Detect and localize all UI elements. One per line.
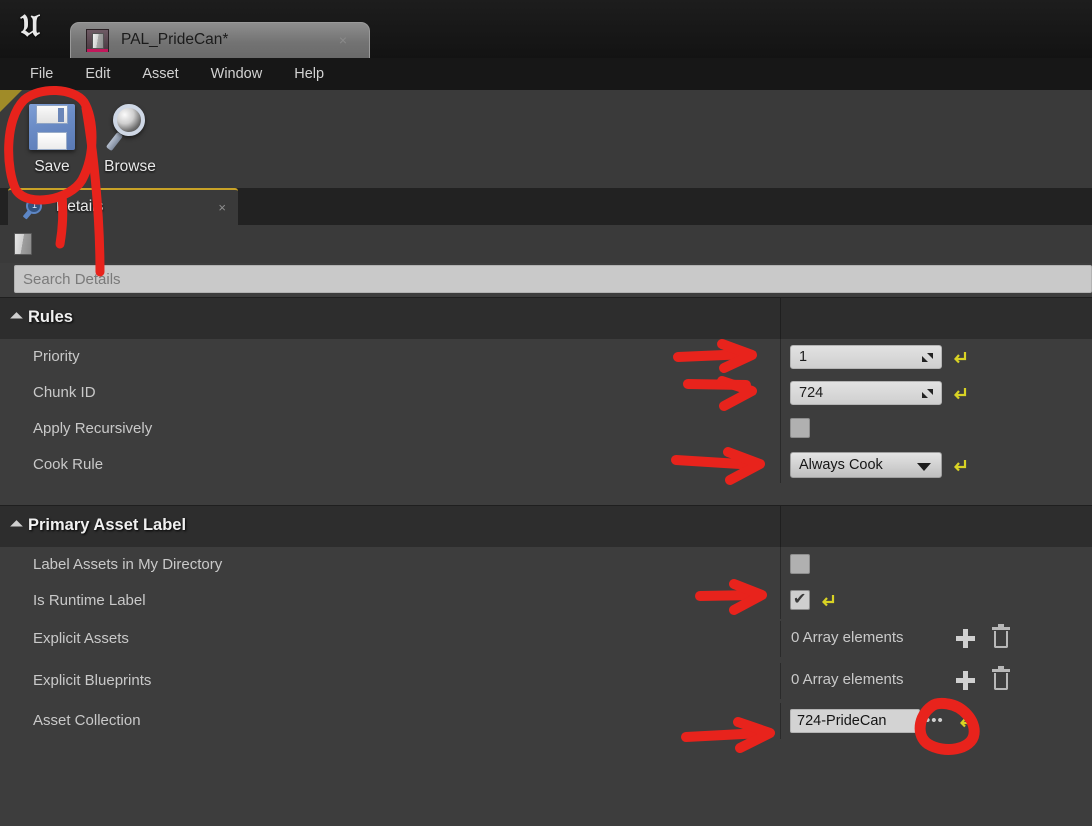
- row-explicit-assets: Explicit Assets 0 Array elements: [0, 621, 1092, 657]
- menu-item-window[interactable]: Window: [195, 62, 279, 86]
- trash-icon[interactable]: [992, 624, 1010, 649]
- reset-arrow-icon[interactable]: [954, 386, 969, 401]
- priority-value-input[interactable]: 1: [790, 345, 942, 369]
- menu-bar: File Edit Asset Window Help: [0, 58, 1092, 90]
- apply-recursively-checkbox[interactable]: [790, 418, 810, 438]
- row-chunk-id: Chunk ID 724: [0, 375, 1092, 411]
- priority-value: 1: [799, 349, 808, 365]
- asset-editor-tab[interactable]: PAL_PrideCan* ×: [70, 22, 370, 58]
- row-label-is-runtime-label: Is Runtime Label: [33, 592, 146, 609]
- unreal-editor-window: 𝔘 PAL_PrideCan* × File Edit Asset Window…: [0, 0, 1092, 826]
- is-runtime-label-checkbox[interactable]: [790, 589, 810, 610]
- asset-collection-input[interactable]: 724-PrideCan: [790, 709, 920, 733]
- search-details-input[interactable]: Search Details: [14, 265, 1092, 293]
- column-divider: [780, 411, 781, 447]
- plus-icon[interactable]: [955, 670, 975, 690]
- column-divider: [780, 621, 781, 657]
- details-tab-badge: 1: [31, 200, 37, 210]
- plus-icon[interactable]: [955, 628, 975, 648]
- row-is-runtime-label: Is Runtime Label: [0, 583, 1092, 619]
- triangle-down-icon: [10, 520, 23, 533]
- reset-arrow-icon[interactable]: [822, 593, 837, 608]
- browse-button-label: Browse: [104, 158, 156, 175]
- spinner-drag-icon[interactable]: [921, 351, 934, 364]
- triangle-down-icon: [10, 312, 23, 325]
- magnifier-browse-icon: [105, 102, 155, 152]
- row-apply-recursively: Apply Recursively: [0, 411, 1092, 447]
- row-label-cook-rule: Cook Rule: [33, 456, 104, 473]
- toolbar: Save Browse: [0, 90, 1092, 188]
- column-divider: [780, 547, 781, 583]
- section-title-primary-asset-label: Primary Asset Label: [28, 516, 187, 534]
- row-label-label-assets-in-my-directory: Label Assets in My Directory: [33, 556, 223, 573]
- breadcrumb: [0, 225, 1092, 263]
- reset-arrow-icon[interactable]: [960, 714, 975, 729]
- row-cook-rule: Cook Rule Always Cook: [0, 447, 1092, 483]
- section-title-rules: Rules: [28, 308, 73, 326]
- row-label-chunk-id: Chunk ID: [33, 384, 96, 401]
- menu-item-asset[interactable]: Asset: [126, 62, 194, 86]
- chunk-id-value: 724: [799, 385, 824, 401]
- details-panel: Search Details Rules Priority 1 Chunk ID…: [0, 225, 1092, 826]
- column-divider: [780, 298, 781, 340]
- details-tab-label: Details: [56, 198, 104, 215]
- asset-collection-value: 724-PrideCan: [797, 713, 887, 729]
- menu-item-edit[interactable]: Edit: [69, 62, 126, 86]
- section-header-rules[interactable]: Rules: [0, 297, 1092, 340]
- menu-item-help[interactable]: Help: [278, 62, 340, 86]
- row-explicit-blueprints: Explicit Blueprints 0 Array elements: [0, 663, 1092, 699]
- column-divider: [780, 447, 781, 483]
- tab-title: PAL_PrideCan*: [121, 31, 229, 48]
- chevron-down-icon: [917, 463, 931, 471]
- row-label-explicit-blueprints: Explicit Blueprints: [33, 672, 152, 689]
- reset-arrow-icon[interactable]: [954, 350, 969, 365]
- details-tab-close-icon[interactable]: ×: [218, 200, 226, 215]
- column-divider: [780, 339, 781, 375]
- row-asset-collection: Asset Collection 724-PrideCan •••: [0, 703, 1092, 739]
- panel-tab-strip: 1 Details ×: [0, 188, 1092, 225]
- trash-icon[interactable]: [992, 666, 1010, 691]
- section-header-primary-asset-label[interactable]: Primary Asset Label: [0, 505, 1092, 548]
- label-assets-in-my-directory-checkbox[interactable]: [790, 554, 810, 574]
- reset-arrow-icon[interactable]: [954, 458, 969, 473]
- cook-rule-value: Always Cook: [799, 457, 883, 473]
- row-label-priority: Priority: [33, 348, 80, 365]
- column-divider: [780, 703, 781, 739]
- row-label-explicit-assets: Explicit Assets: [33, 630, 129, 647]
- explicit-blueprints-array-count: 0 Array elements: [791, 671, 904, 688]
- column-divider: [780, 663, 781, 699]
- tab-close-icon[interactable]: ×: [339, 32, 347, 48]
- column-divider: [780, 375, 781, 411]
- chunk-id-value-input[interactable]: 724: [790, 381, 942, 405]
- row-label-assets-in-my-directory: Label Assets in My Directory: [0, 547, 1092, 583]
- unreal-engine-logo-icon: 𝔘: [20, 8, 40, 44]
- floppy-disk-save-icon: [27, 102, 77, 152]
- asset-collection-ellipsis-button[interactable]: •••: [925, 713, 951, 729]
- column-divider: [780, 583, 781, 619]
- tab-details[interactable]: 1 Details ×: [8, 188, 238, 225]
- asset-box-icon[interactable]: [14, 233, 32, 255]
- magnifier-badge-1-icon: 1: [22, 198, 46, 220]
- browse-button[interactable]: Browse: [84, 98, 176, 180]
- spinner-drag-icon[interactable]: [921, 387, 934, 400]
- row-label-asset-collection: Asset Collection: [33, 712, 141, 729]
- search-placeholder: Search Details: [23, 271, 121, 288]
- menu-item-file[interactable]: File: [14, 62, 69, 86]
- asset-box-icon: [86, 29, 109, 52]
- cook-rule-dropdown[interactable]: Always Cook: [790, 452, 942, 478]
- title-bar: 𝔘 PAL_PrideCan* ×: [0, 0, 1092, 58]
- row-label-apply-recursively: Apply Recursively: [33, 420, 153, 437]
- column-divider: [780, 506, 781, 548]
- explicit-assets-array-count: 0 Array elements: [791, 629, 904, 646]
- row-priority: Priority 1: [0, 339, 1092, 375]
